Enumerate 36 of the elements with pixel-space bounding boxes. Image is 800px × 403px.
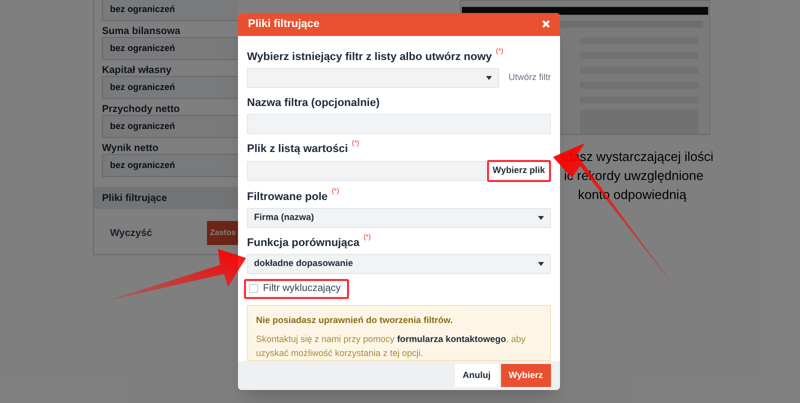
field-label: Kapitał własny xyxy=(102,64,172,76)
select-field[interactable]: dokładne dopasowanie xyxy=(247,254,551,274)
select-field[interactable]: bez ograniczeń xyxy=(102,115,238,138)
caret-icon xyxy=(538,216,544,220)
create-filter-link[interactable]: Utwórz filtr xyxy=(508,71,551,85)
field-label: Wynik netto xyxy=(102,142,158,154)
dialog-title: Pliki filtrujące xyxy=(248,17,320,32)
caret-icon xyxy=(538,262,544,266)
field-label: Plik z listą wartości xyxy=(247,142,348,157)
input-field[interactable] xyxy=(247,114,551,134)
field-label: Filtrowane pole xyxy=(247,190,328,205)
select-field[interactable] xyxy=(247,68,498,88)
contact-form-link[interactable]: formularza kontaktowego xyxy=(397,334,506,344)
select-field[interactable]: bez ograniczeń xyxy=(102,0,238,21)
alert-message: Skontaktuj się z nami przy pomocy formularza kontaktowego, aby uzyskać możliwość korzystania z tej opcji. xyxy=(256,333,527,360)
close-icon[interactable] xyxy=(542,20,550,28)
cancel-button[interactable]: Anuluj xyxy=(454,364,499,387)
checkbox[interactable] xyxy=(249,284,258,294)
caret-icon xyxy=(486,76,492,80)
alert-title: Nie posiadasz uprawnień do tworzenia filtrów. xyxy=(256,314,454,327)
select-field[interactable]: bez ograniczeń xyxy=(102,154,238,177)
select-field[interactable]: bez ograniczeń xyxy=(102,76,238,99)
choose-button[interactable]: Wybierz xyxy=(500,364,551,387)
choose-file-button[interactable]: Wybierz plik xyxy=(486,160,551,182)
select-field[interactable]: bez ograniczeń xyxy=(102,37,238,60)
field-label: Funkcja porównująca xyxy=(247,236,360,251)
section-header: Pliki filtrujące xyxy=(94,187,238,209)
apply-button[interactable]: Zastos xyxy=(207,221,238,245)
field-label: Nazwa filtra (opcjonalnie) xyxy=(247,96,380,111)
field-label: Wybierz istniejący filtr z listy albo utwórz nowy xyxy=(247,50,492,65)
file-field[interactable] xyxy=(247,160,486,181)
checkbox-row[interactable]: Filtr wykluczający xyxy=(244,278,349,299)
select-field[interactable]: Firma (nazwa) xyxy=(247,208,551,228)
field-label: Przychody netto xyxy=(102,103,180,115)
clear-button[interactable]: Wyczyść xyxy=(102,221,160,245)
field-label: Suma bilansowa xyxy=(102,25,180,37)
